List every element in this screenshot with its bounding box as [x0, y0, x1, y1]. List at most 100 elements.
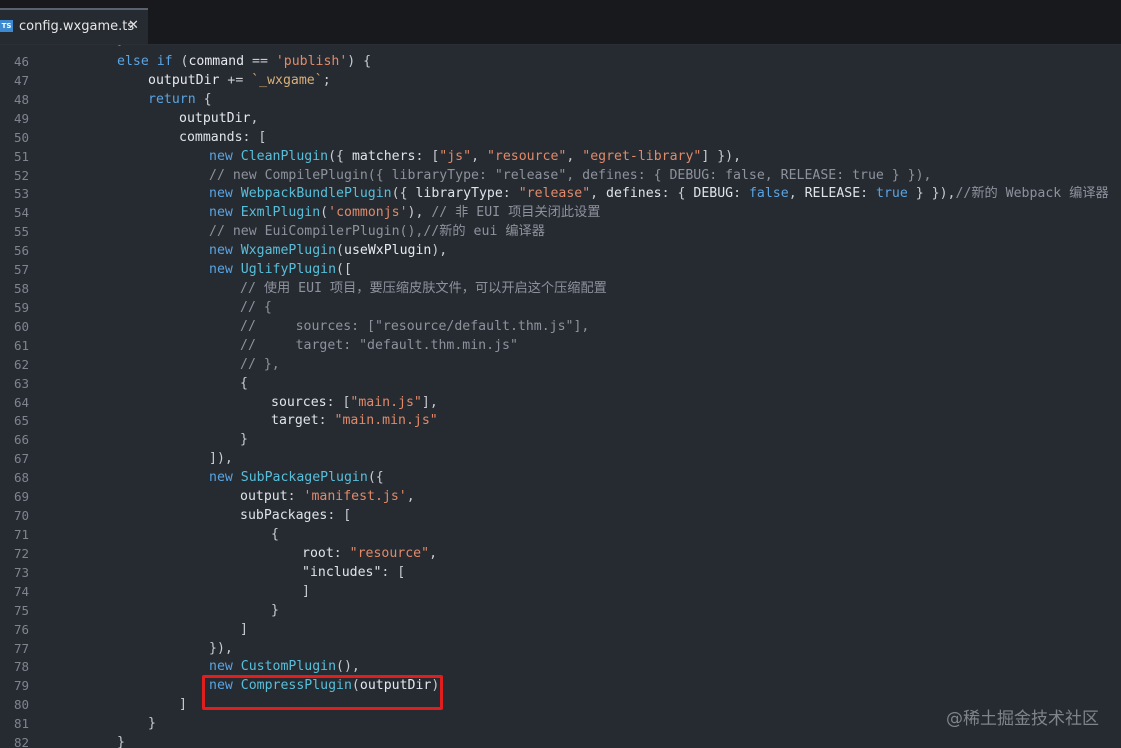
line-number: 57	[13, 262, 29, 278]
line-number: 52	[13, 167, 29, 183]
close-icon[interactable]: ✕	[128, 18, 139, 33]
code-token: new	[209, 243, 241, 259]
code-token: WebpackBundlePlugin	[240, 186, 392, 202]
line-number: 74	[13, 583, 29, 599]
code-token: ,	[429, 545, 438, 561]
code-line: 63 {	[0, 374, 1121, 393]
code-token: outputDir	[148, 72, 220, 88]
line-number: 61	[13, 337, 29, 353]
tab-bar: TS config.wxgame.ts ✕	[0, 0, 1121, 45]
code-token: "release"	[518, 186, 591, 202]
code-token: ([	[336, 262, 352, 278]
code-line: 50 commands: [	[0, 128, 1121, 147]
tab-config-wxgame[interactable]: TS config.wxgame.ts ✕	[0, 8, 148, 44]
code-token: matchers	[351, 148, 416, 164]
code-token: ,	[406, 489, 415, 505]
code-line: 79 new CompressPlugin(outputDir)	[0, 676, 1121, 695]
code-token: {	[271, 527, 279, 542]
code-token: : [	[381, 564, 406, 580]
code-text: new UglifyPlugin([	[209, 260, 352, 279]
code-text: {	[240, 374, 248, 393]
code-token: }),	[209, 640, 233, 656]
code-text: new ExmlPlugin('commonjs'), // 非 EUI 项目关…	[209, 203, 600, 222]
code-token: "main.js"	[350, 394, 422, 410]
code-text: root: "resource",	[302, 544, 437, 563]
code-text: }	[271, 601, 279, 620]
code-text: sources: ["main.js"],	[271, 393, 438, 412]
code-token: ExmlPlugin	[240, 205, 321, 221]
code-text: // new EuiCompilerPlugin(),//新的 eui 编译器	[209, 222, 545, 241]
code-token: : [	[415, 148, 440, 164]
code-text: ]),	[209, 449, 233, 468]
partial-line-top: }	[0, 45, 1121, 49]
code-token: DEBUG	[693, 186, 734, 202]
code-text: ]	[302, 582, 310, 601]
code-token: ({	[367, 470, 384, 486]
code-token: // target: "default.thm.min.js"	[240, 337, 518, 353]
line-number: 49	[13, 110, 29, 126]
code-token: ],	[421, 394, 438, 410]
code-line: 53 new WebpackBundlePlugin({ libraryType:…	[0, 184, 1121, 203]
code-line: 73 "includes": [	[0, 563, 1121, 582]
code-token: CleanPlugin	[240, 148, 329, 164]
tab-label: config.wxgame.ts	[19, 19, 135, 34]
code-text: // sources: ["resource/default.thm.js"],	[240, 317, 589, 336]
code-token: (	[336, 243, 344, 259]
code-line: 64 sources: ["main.js"],	[0, 393, 1121, 412]
line-number: 50	[13, 129, 29, 145]
code-text: }	[148, 714, 156, 733]
code-token: ]	[302, 583, 310, 599]
code-token: WxgamePlugin	[240, 243, 337, 259]
code-token: ]	[240, 621, 248, 637]
code-token: new	[209, 470, 241, 486]
code-text: outputDir,	[179, 109, 258, 128]
code-token: 'publish'	[275, 54, 348, 69]
code-text: new SubPackagePlugin({	[209, 468, 384, 487]
code-token: target	[271, 413, 319, 429]
code-token: // 非 EUI 项目关闭此设置	[431, 205, 601, 221]
code-line: 60 // sources: ["resource/default.thm.js"…	[0, 317, 1121, 336]
code-token: "js"	[439, 148, 472, 164]
code-text: // 使用 EUI 项目，要压缩皮肤文件，可以开启这个压缩配置	[240, 279, 607, 298]
code-token: commands	[179, 129, 243, 145]
code-text: new WebpackBundlePlugin({ libraryType: "…	[209, 184, 1109, 203]
code-token: : [	[242, 129, 267, 145]
code-token: 'commonjs'	[328, 205, 408, 221]
line-number: 80	[13, 697, 29, 713]
line-number: 66	[13, 432, 29, 448]
code-line: 69 output: 'manifest.js',	[0, 487, 1121, 506]
code-token: else	[117, 54, 157, 69]
code-line: 76]	[0, 620, 1121, 639]
line-number: 69	[13, 489, 29, 505]
code-line: 61 // target: "default.thm.min.js"	[0, 336, 1121, 355]
code-token: new	[209, 262, 241, 278]
code-token: return	[148, 91, 204, 107]
code-editor[interactable]: } 46else if (command == 'publish') {47ou…	[0, 45, 1121, 748]
code-text: new CustomPlugin(),	[209, 657, 360, 676]
code-token: UglifyPlugin	[240, 262, 337, 278]
line-number: 64	[13, 394, 29, 410]
code-token: :	[502, 186, 519, 202]
code-token: root	[302, 545, 334, 561]
code-text: commands: [	[179, 128, 266, 147]
code-token: : [	[326, 394, 351, 410]
code-token: }	[271, 602, 279, 618]
code-line: 77}),	[0, 639, 1121, 658]
code-line: 70 subPackages: [	[0, 506, 1121, 525]
code-token: ) {	[347, 54, 372, 69]
line-number: 63	[13, 375, 29, 391]
code-token: // sources: ["resource/default.thm.js"],	[240, 318, 590, 334]
code-token: true	[876, 186, 908, 202]
code-token: libraryType	[415, 186, 503, 202]
line-number: 62	[13, 356, 29, 372]
code-line: 65 target: "main.min.js"	[0, 411, 1121, 430]
code-token: // 使用 EUI 项目，要压缩皮肤文件，可以开启这个压缩配置	[240, 281, 607, 297]
code-token: {	[203, 91, 212, 107]
line-number: 81	[13, 716, 29, 732]
code-token: } }),	[907, 186, 956, 202]
line-number: 70	[13, 508, 29, 524]
line-number: 55	[13, 224, 29, 240]
code-token: (	[320, 205, 329, 221]
code-token: defines	[606, 186, 662, 202]
line-number: 77	[13, 640, 29, 656]
